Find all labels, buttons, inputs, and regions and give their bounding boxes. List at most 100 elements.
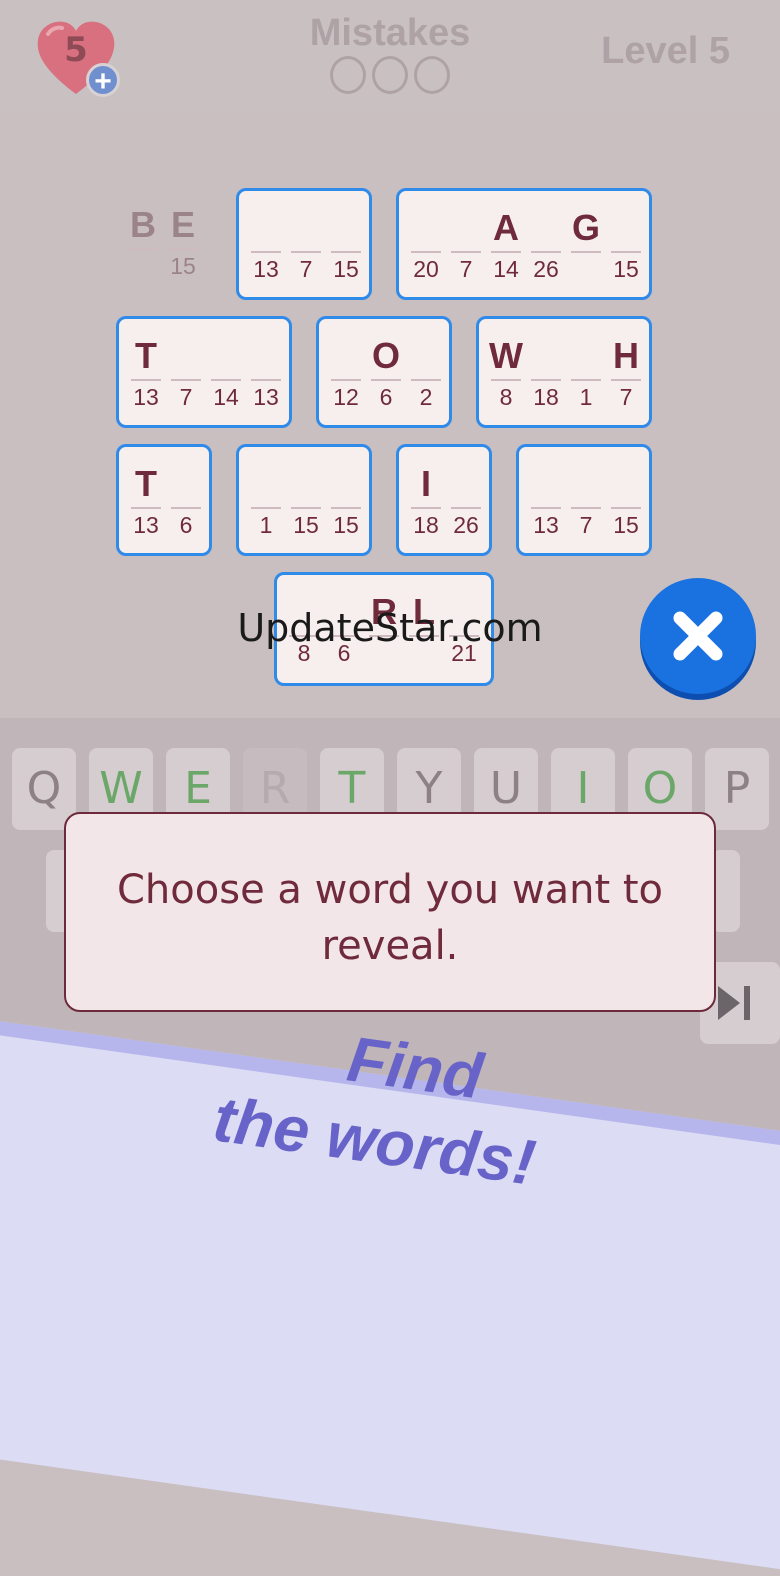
cell-number: 13 xyxy=(133,384,159,410)
letter-cell: I 18 xyxy=(409,461,443,541)
word-tile[interactable]: I 18 26 xyxy=(396,444,492,556)
letter-cell: O6 xyxy=(369,333,403,413)
letter-cell: T 13 xyxy=(129,333,163,413)
letter-cell: 12 xyxy=(329,333,363,413)
letter-cell: 13 xyxy=(249,333,283,413)
cell-letter xyxy=(569,333,603,379)
cell-number: 2 xyxy=(419,384,433,410)
cell-number: 7 xyxy=(459,256,473,282)
cell-number: 14 xyxy=(493,256,519,282)
top-bar: 5 + Mistakes Level 5 xyxy=(0,0,780,112)
cell-number: 26 xyxy=(453,512,479,538)
cell-number: 26 xyxy=(533,256,559,282)
letter-cell: 1 xyxy=(249,461,283,541)
cell-underline xyxy=(571,251,601,253)
cell-letter xyxy=(449,205,483,251)
letter-cell: 6 xyxy=(169,461,203,541)
mistake-slot xyxy=(372,56,408,94)
letter-cell: H7 xyxy=(609,333,643,413)
mistake-slot xyxy=(414,56,450,94)
cell-letter xyxy=(249,333,283,379)
cell-letter xyxy=(529,333,563,379)
cell-number: 20 xyxy=(413,256,439,282)
mistake-slot xyxy=(330,56,366,94)
cell-number: 7 xyxy=(579,512,593,538)
word-tile[interactable]: T 13 7 14 13 xyxy=(116,316,292,428)
cell-letter xyxy=(529,461,563,507)
mistakes-label: Mistakes xyxy=(309,12,471,54)
cell-letter xyxy=(249,461,283,507)
cell-letter xyxy=(329,461,363,507)
key-row2-partial[interactable] xyxy=(712,850,740,932)
word-tile[interactable]: 13 7 15 xyxy=(236,188,372,300)
cell-number: 13 xyxy=(253,384,279,410)
letter-cell: 15 xyxy=(289,461,323,541)
letter-cell: 7 xyxy=(569,461,603,541)
cell-letter xyxy=(449,461,483,507)
letter-cell: 15 xyxy=(329,205,363,285)
add-lives-icon[interactable]: + xyxy=(86,63,120,98)
level-label: Level 5 xyxy=(601,30,730,72)
cell-letter xyxy=(529,205,563,251)
cell-number: 6 xyxy=(379,384,393,410)
word-tile: B E 15 xyxy=(126,188,216,300)
letter-cell: 15 xyxy=(609,461,643,541)
cell-letter xyxy=(289,205,323,251)
letter-cell: 15 xyxy=(609,205,643,285)
letter-cell: 7 xyxy=(449,205,483,285)
cell-letter: H xyxy=(613,335,639,376)
close-button[interactable] xyxy=(640,578,756,694)
cell-number: 15 xyxy=(613,256,639,282)
letter-cell: 2 xyxy=(409,333,443,413)
cell-letter xyxy=(209,333,243,379)
letter-cell: A 14 xyxy=(489,205,523,285)
cell-number: 13 xyxy=(253,256,279,282)
cell-number: 1 xyxy=(579,384,593,410)
letter-cell: T 13 xyxy=(129,461,163,541)
cell-letter xyxy=(569,461,603,507)
cell-letter xyxy=(609,205,643,251)
word-tile[interactable]: W 8 18 1 H 7 xyxy=(476,316,652,428)
letter-cell: G xyxy=(569,205,603,253)
cell-letter: B xyxy=(130,204,156,245)
word-tile[interactable]: 1 15 15 xyxy=(236,444,372,556)
cell-letter: O xyxy=(371,335,400,376)
cell-letter xyxy=(409,205,443,251)
cell-number: 15 xyxy=(333,512,359,538)
letter-cell: 7 xyxy=(289,205,323,285)
letter-cell: 20 xyxy=(409,205,443,285)
key-p[interactable]: P xyxy=(705,748,769,830)
cell-number: 13 xyxy=(533,512,559,538)
close-icon xyxy=(673,611,723,661)
cell-letter: T xyxy=(135,335,157,376)
cell-number: 7 xyxy=(299,256,313,282)
cell-letter: A xyxy=(493,207,519,248)
cell-number: 15 xyxy=(170,253,196,279)
letter-cell: 1 xyxy=(569,333,603,413)
letter-cell: 26 xyxy=(449,461,483,541)
cell-letter xyxy=(329,205,363,251)
cell-letter xyxy=(409,333,443,379)
cell-number: 7 xyxy=(619,384,633,410)
cell-number: 18 xyxy=(413,512,439,538)
cell-number: 12 xyxy=(333,384,359,410)
letter-cell: E 15 xyxy=(166,202,200,282)
cell-number: 7 xyxy=(179,384,193,410)
letter-cell: B xyxy=(126,202,160,250)
cell-letter xyxy=(249,205,283,251)
cell-number: 15 xyxy=(293,512,319,538)
cell-number: 15 xyxy=(613,512,639,538)
word-tile[interactable]: 12 O 6 2 xyxy=(316,316,452,428)
letter-cell: 14 xyxy=(209,333,243,413)
word-tile[interactable]: T 13 6 xyxy=(116,444,212,556)
letter-cell: 7 xyxy=(169,333,203,413)
word-tile[interactable]: 13 7 15 xyxy=(516,444,652,556)
cell-letter: T xyxy=(135,463,157,504)
cell-letter xyxy=(169,333,203,379)
letter-cell: 18 xyxy=(529,333,563,413)
cell-number: 14 xyxy=(213,384,239,410)
tooltip-text: Choose a word you want to reveal. xyxy=(117,867,663,969)
cell-letter xyxy=(329,333,363,379)
word-tile[interactable]: 20 7 A 14 26 G 15 xyxy=(396,188,652,300)
cell-underline xyxy=(128,248,158,250)
